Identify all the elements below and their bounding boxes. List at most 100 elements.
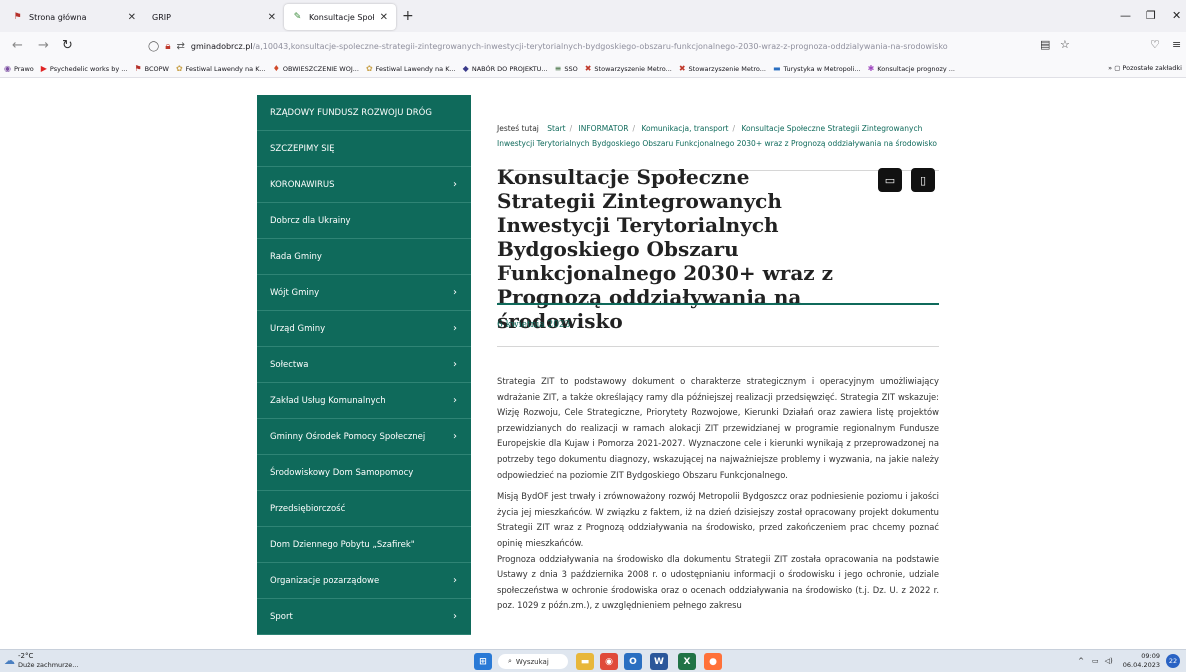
close-tab-icon[interactable]: ✕	[268, 12, 276, 23]
sidebar-item[interactable]: Przedsiębiorczość	[257, 491, 471, 527]
sidebar-item[interactable]: KORONAWIRUS ›	[257, 167, 471, 203]
sidebar-item[interactable]: Wójt Gminy ›	[257, 275, 471, 311]
bookmark-item[interactable]: ⚑ BCOPW	[134, 64, 169, 73]
article-paragraph: Misją BydOF jest trwały i zrównoważony r…	[497, 491, 939, 548]
taskbar-search[interactable]: ⌕ Wyszukaj	[498, 654, 568, 669]
volume-icon[interactable]: ◁)	[1105, 657, 1113, 665]
sidebar-item[interactable]: Sołectwa ›	[257, 347, 471, 383]
notification-badge[interactable]: 22	[1166, 654, 1180, 668]
windows-taskbar: ☁ -2°C Duże zachmurze... ⊞ ⌕ Wyszukaj ▬ ◉…	[0, 649, 1186, 672]
windows-start-icon[interactable]: ⊞	[474, 653, 492, 670]
sidebar-item[interactable]: Organizacje pozarządowe ›	[257, 563, 471, 599]
bookmark-label: Stowarzyszenie Metro...	[688, 64, 766, 73]
shield-crest-icon: ♦	[272, 64, 280, 73]
outlook-icon[interactable]: O	[624, 653, 642, 670]
bookmark-item[interactable]: ✿ Festiwal Lawendy na K...	[366, 64, 456, 73]
word-icon[interactable]: W	[650, 653, 668, 670]
breadcrumb-item-informator[interactable]: INFORMATOR	[579, 124, 629, 133]
chrome-icon[interactable]: ◉	[600, 653, 618, 670]
file-explorer-icon[interactable]: ▬	[576, 653, 594, 670]
tab-strona-glowna[interactable]: ⚑ Strona główna ✕	[4, 4, 144, 30]
close-tab-icon[interactable]: ✕	[128, 12, 136, 23]
sidebar-item[interactable]: Sport ›	[257, 599, 471, 635]
new-tab-icon[interactable]: +	[402, 8, 414, 24]
sidebar-item[interactable]: SZCZEPIMY SIĘ	[257, 131, 471, 167]
reader-view-icon[interactable]: ▤	[1040, 38, 1050, 51]
firefox-icon[interactable]: ●	[704, 653, 722, 670]
breadcrumb-item-komunikacja[interactable]: Komunikacja, transport	[641, 124, 728, 133]
excel-icon[interactable]: X	[678, 653, 696, 670]
bookmark-label: BCOPW	[144, 64, 169, 73]
sidebar-item-label: Wójt Gminy	[270, 287, 320, 298]
other-bookmarks-label: Pozostałe zakładki	[1122, 64, 1182, 72]
pdf-button[interactable]: ▯	[911, 168, 935, 192]
bookmark-item[interactable]: ◉ Prawo	[4, 64, 34, 73]
network-icon[interactable]: ▭	[1092, 657, 1099, 665]
sidebar-item-label: Dom Dziennego Pobytu „Szafirek"	[270, 539, 415, 550]
chevron-up-icon[interactable]: ^	[1078, 657, 1084, 665]
weather-widget[interactable]: -2°C Duże zachmurze...	[18, 652, 78, 670]
sidebar-item-label: Sport	[270, 611, 293, 622]
minimize-icon[interactable]: —	[1120, 9, 1131, 22]
tab-title: Strona główna	[29, 12, 87, 22]
sidebar-item[interactable]: Dom Dziennego Pobytu „Szafirek"	[257, 527, 471, 563]
browser-nav-bar: ← → ↻ ◯ 🔒︎ ⇄ gminadobrcz.pl /a,10043,kon…	[0, 32, 1186, 60]
sidebar-item-label: Urząd Gminy	[270, 323, 326, 334]
sidebar-item[interactable]: Zakład Usług Komunalnych ›	[257, 383, 471, 419]
sidebar-item-label: KORONAWIRUS	[270, 179, 335, 190]
bookmark-item[interactable]: ✱ Konsultacje prognozy ...	[868, 64, 955, 73]
bookmark-label: Psychedelic works by ...	[49, 64, 128, 73]
bookmark-star-icon[interactable]: ☆	[1060, 38, 1070, 51]
chevron-right-icon: ›	[453, 611, 457, 622]
sidebar-item[interactable]: Dobrcz dla Ukrainy	[257, 203, 471, 239]
konsultacje-icon: ✱	[867, 64, 875, 73]
printer-icon: ▭	[884, 173, 896, 187]
bookmark-label: OBWIESZCZENIE WOJ...	[282, 64, 359, 73]
bookmark-item[interactable]: ▬ Turystyka w Metropoli...	[773, 64, 861, 73]
bookmark-item[interactable]: ▶ Psychedelic works by ...	[41, 64, 128, 73]
restore-icon[interactable]: ❐	[1146, 9, 1156, 22]
forward-arrow-icon[interactable]: →	[38, 38, 49, 53]
tab-title: Konsultacje Społeczne Strategi	[309, 12, 374, 22]
sidebar-item[interactable]: Rada Gminy	[257, 239, 471, 275]
youtube-icon: ▶	[40, 64, 47, 73]
close-window-icon[interactable]: ✕	[1172, 9, 1181, 22]
page-title: Konsultacje Społeczne Strategii Zintegro…	[497, 165, 833, 333]
bookmarks-bar: ◉ Prawo ▶ Psychedelic works by ... ⚑ BCOPW …	[0, 60, 1186, 78]
bookmark-item[interactable]: ♦ OBWIESZCZENIE WOJ...	[273, 64, 359, 73]
url-bar[interactable]: ◯ 🔒︎ ⇄ gminadobrcz.pl /a,10043,konsultac…	[148, 36, 1088, 56]
lock-icon: 🔒︎	[165, 40, 171, 52]
article-paragraph: Prognoza oddziaływania na środowisko dla…	[497, 553, 939, 611]
bookmark-item[interactable]: ≡ SSO	[555, 64, 578, 73]
back-arrow-icon[interactable]: ←	[12, 38, 23, 53]
bookmark-item[interactable]: ◆ NABÓR DO PROJEKTU...	[463, 64, 548, 73]
tab-grip[interactable]: GRIP ✕	[144, 4, 284, 30]
tourism-icon: ▬	[772, 64, 781, 73]
sidebar-item-label: RZĄDOWY FUNDUSZ ROZWOJU DRÓG	[270, 107, 432, 118]
bookmark-label: NABÓR DO PROJEKTU...	[471, 64, 548, 73]
bookmark-item[interactable]: ✖ Stowarzyszenie Metro...	[585, 64, 672, 73]
breadcrumb-item-start[interactable]: Start	[547, 124, 565, 133]
bookmark-label: Konsultacje prognozy ...	[877, 64, 955, 73]
sidebar-item-label: Środowiskowy Dom Samopomocy	[270, 467, 414, 478]
menu-icon[interactable]: ≡	[1172, 38, 1181, 51]
other-bookmarks[interactable]: » ▢ Pozostałe zakładki	[1108, 64, 1182, 72]
sidebar-item[interactable]: Urząd Gminy ›	[257, 311, 471, 347]
url-domain: gminadobrcz.pl	[190, 41, 253, 51]
print-button[interactable]: ▭	[878, 168, 902, 192]
tab-konsultacje[interactable]: ✎ Konsultacje Społeczne Strategi ✕	[284, 4, 396, 30]
bookmark-item[interactable]: ✿ Festiwal Lawendy na K...	[176, 64, 266, 73]
sidebar-item-label: Gminny Ośrodek Pomocy Społecznej	[270, 431, 426, 442]
sidebar-item[interactable]: Środowiskowy Dom Samopomocy	[257, 455, 471, 491]
pocket-icon[interactable]: ♡	[1150, 38, 1160, 51]
sidebar-item[interactable]: Gminny Ośrodek Pomocy Społecznej ›	[257, 419, 471, 455]
sidebar-item-label: Rada Gminy	[270, 251, 322, 262]
breadcrumb-prefix: Jesteś tutaj	[497, 124, 539, 133]
reload-icon[interactable]: ↻	[62, 38, 73, 53]
lavender-icon: ✿	[365, 64, 373, 73]
close-tab-icon[interactable]: ✕	[380, 12, 388, 23]
clock[interactable]: 09:09 06.04.2023	[1123, 652, 1160, 670]
bookmark-item[interactable]: ✖ Stowarzyszenie Metro...	[679, 64, 766, 73]
title-underline	[497, 303, 939, 305]
sidebar-item[interactable]: RZĄDOWY FUNDUSZ ROZWOJU DRÓG	[257, 95, 471, 131]
